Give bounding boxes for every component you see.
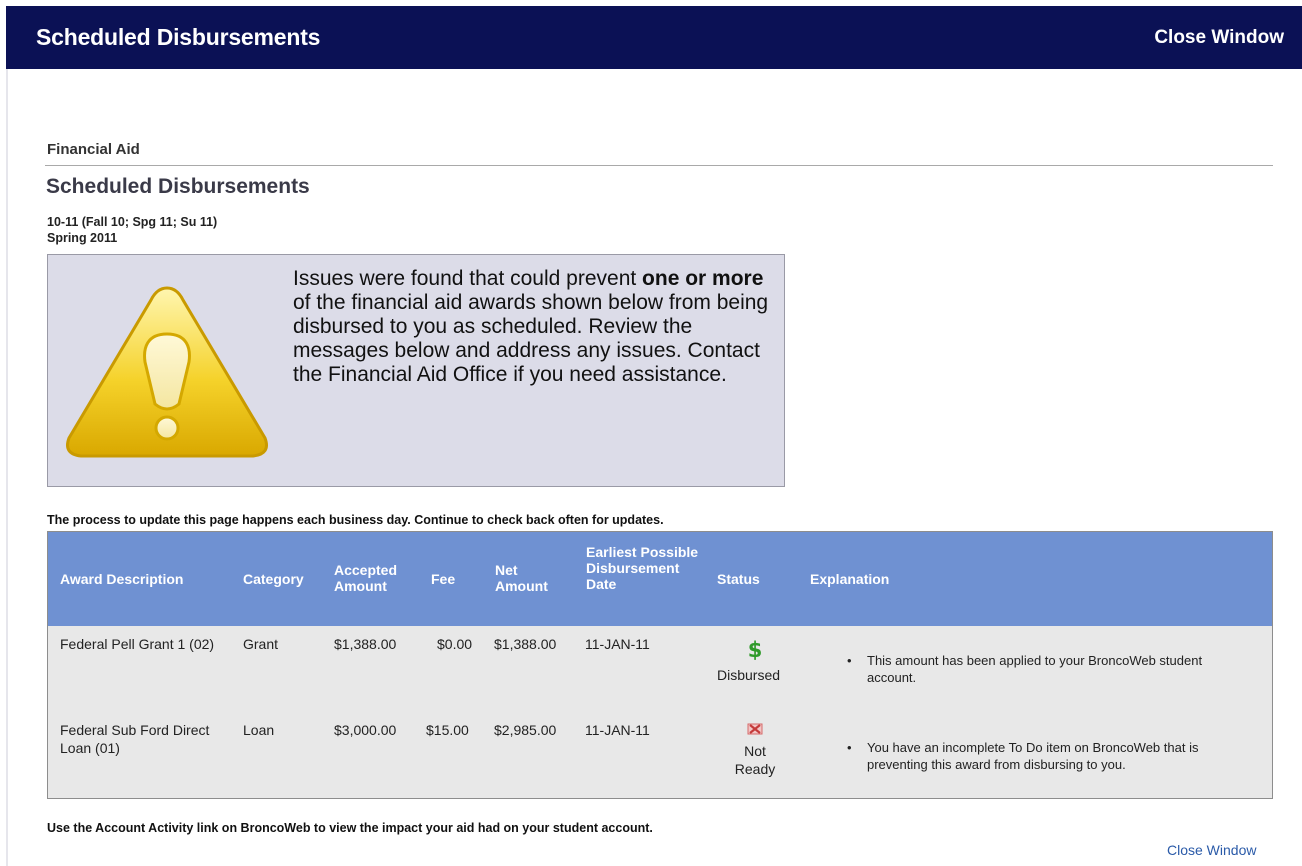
left-border — [6, 69, 8, 866]
header-accepted-amount: Accepted Amount — [334, 562, 398, 594]
earliest-date-cell: 11-JAN-11 — [585, 636, 650, 652]
window-header: Scheduled Disbursements Close Window — [6, 6, 1302, 69]
window-title: Scheduled Disbursements — [36, 24, 321, 50]
page-heading: Scheduled Disbursements — [46, 175, 310, 198]
explanation-text: This amount has been applied to your Bro… — [867, 653, 1203, 685]
category-cell: Loan — [243, 722, 275, 738]
fee-cell: $0.00 — [437, 636, 473, 652]
header-status: Status — [717, 571, 760, 587]
bullet: • — [847, 653, 852, 668]
award-description-cell: Federal Sub Ford Direct Loan (01) — [60, 722, 210, 756]
explanation-text: You have an incomplete To Do item on Bro… — [867, 740, 1199, 772]
header-category: Category — [243, 571, 304, 587]
category-cell: Grant — [243, 636, 279, 652]
earliest-date-cell: 11-JAN-11 — [585, 722, 650, 738]
warning-triangle-icon — [66, 286, 268, 458]
status-cell: Disbursed — [717, 667, 781, 683]
warning-message: Issues were found that could prevent one… — [293, 267, 769, 386]
table-header: Award Description Category Accepted Amou… — [48, 532, 1272, 626]
net-amount-cell: $1,388.00 — [494, 636, 557, 652]
disbursements-table: Award Description Category Accepted Amou… — [47, 531, 1273, 799]
footer-close-window-link[interactable]: Close Window — [1167, 842, 1256, 858]
award-description-cell: Federal Pell Grant 1 (02) — [60, 636, 215, 652]
close-window-button[interactable]: Close Window — [1154, 27, 1284, 49]
section-divider — [45, 165, 1273, 166]
status-cell: Not Ready — [734, 743, 776, 777]
aid-year-label: 10-11 (Fall 10; Spg 11; Su 11) — [47, 215, 218, 229]
footer-note: Use the Account Activity link on BroncoW… — [47, 821, 653, 835]
accepted-amount-cell: $1,388.00 — [334, 636, 397, 652]
table-row: Federal Pell Grant 1 (02) Grant $1,388.0… — [48, 626, 1272, 712]
bullet: • — [847, 740, 852, 755]
dollar-icon: $ — [748, 638, 763, 660]
table-row: Federal Sub Ford Direct Loan (01) Loan $… — [48, 712, 1272, 798]
net-amount-cell: $2,985.00 — [494, 722, 557, 738]
header-explanation: Explanation — [810, 571, 890, 587]
section-label: Financial Aid — [47, 141, 140, 158]
header-earliest-date: Earliest Possible Disbursement Date — [586, 544, 699, 592]
header-net-amount: Net Amount — [495, 562, 548, 594]
term-label: Spring 2011 — [47, 231, 118, 245]
svg-text:$: $ — [748, 638, 763, 660]
accepted-amount-cell: $3,000.00 — [334, 722, 397, 738]
process-note: The process to update this page happens … — [47, 513, 664, 527]
fee-cell: $15.00 — [426, 722, 469, 738]
x-icon — [747, 723, 763, 735]
warning-alert-box: Issues were found that could prevent one… — [47, 254, 785, 487]
header-fee: Fee — [431, 571, 456, 587]
header-award-description: Award Description — [60, 571, 184, 587]
